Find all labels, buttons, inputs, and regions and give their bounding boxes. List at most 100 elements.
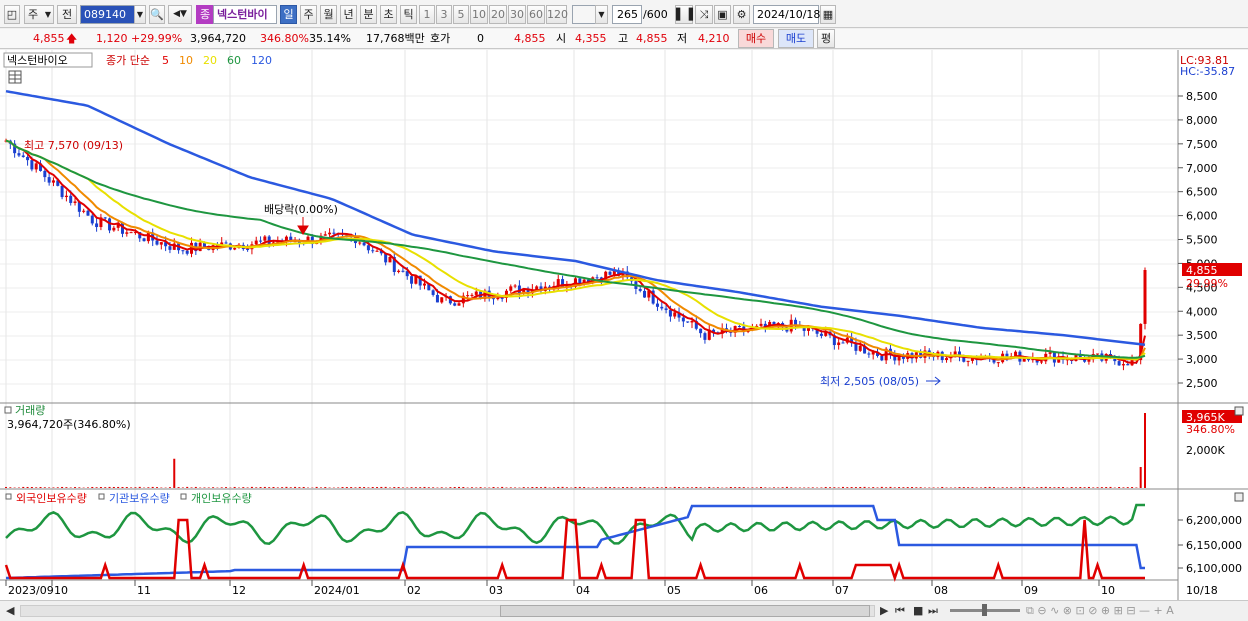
stop-icon[interactable]: ■ [913,605,923,617]
volume-bar [268,487,271,488]
volume-bar [980,487,983,488]
volume-bar [104,487,107,488]
low-label: 저 [677,32,688,45]
volume-bar [250,486,253,488]
interval-button-1[interactable]: 1 [419,5,435,24]
holdings-series-0: 외국인보유수량 [16,492,87,505]
period-tab-2[interactable]: 월 [320,5,337,24]
candle-body [125,232,129,234]
candles-layer [4,138,1147,371]
interval-button-60[interactable]: 60 [527,5,545,24]
speaker-icon[interactable]: ◀▼ [168,5,192,24]
chart-area[interactable]: 8,5008,0007,5007,0006,5006,0005,5005,000… [0,50,1248,600]
interval-button-30[interactable]: 30 [508,5,526,24]
candle-body [375,250,379,252]
volume-bar [1135,487,1138,488]
count-input[interactable]: 265 [612,5,642,24]
volume-bar [760,486,763,488]
close-panel-icon[interactable] [1234,406,1244,416]
volume-bar [319,487,322,488]
holdings-axis-label: 6,100,000 [1186,562,1242,575]
volume-bar [893,487,896,488]
volume-bar [820,487,823,488]
close-holdings-panel-icon[interactable] [1234,492,1244,502]
volume-bar [829,487,832,488]
zoom-slider-handle[interactable] [982,604,987,616]
interval-button-3[interactable]: 3 [436,5,452,24]
period-tab-4[interactable]: 분 [360,5,377,24]
price-info-bar: 4,855 🡅 1,120 +29.99% 3,964,720 346.80% … [0,29,1248,49]
scroll-right-icon[interactable]: ▶ [880,605,888,617]
candle-body [699,328,703,334]
volume-panel-value: 3,964,720주(346.80%) [7,418,131,431]
grid [0,50,1178,580]
candle-body [660,306,664,309]
candle-body [103,217,107,219]
compare-icon[interactable]: ⤨ [695,5,713,24]
volume-bar [583,487,586,488]
calendar-icon[interactable]: ▦ [820,5,836,24]
current-price-tag-text: 4,855 [1186,264,1218,277]
period-tab-0[interactable]: 일 [280,5,297,24]
quote-price: 4,855 [514,32,546,45]
code-dropdown-icon[interactable]: ▼ [134,5,146,24]
sell-button[interactable]: 매도 [778,29,814,48]
period-tab-3[interactable]: 년 [340,5,357,24]
interval-button-10[interactable]: 10 [470,5,488,24]
volume-bar [462,487,465,488]
candle-body [595,277,599,279]
volume-bar [1087,486,1090,488]
interval-button-5[interactable]: 5 [453,5,469,24]
prev-button[interactable]: 전 [57,5,77,24]
volume-bar [95,487,98,488]
date-label: 04 [576,584,590,597]
price-axis-label: 3,500 [1186,329,1218,342]
stock-name[interactable]: 넥스턴바이 [213,5,277,24]
period-tab-6[interactable]: 틱 [400,5,417,24]
volume-bar [863,486,866,488]
up-arrow-icon: 🡅 [66,32,78,45]
rewind-icon[interactable]: ⏮ [895,605,905,617]
period-tab-1[interactable]: 주 [300,5,317,24]
volume-bar [246,487,249,488]
interval-button-20[interactable]: 20 [489,5,507,24]
volume-bar [660,487,663,488]
candle-body [263,236,267,241]
volume-bar [1014,487,1017,488]
candle-body [366,245,370,251]
volume-bar [393,487,396,488]
volume-bar [22,486,25,488]
volume-bar [65,487,68,488]
tools-icon[interactable]: ⧉ ⊖ ∿ ⊗ ⊡ ⊘ ⊕ ⊞ ⊟ — + A [1026,605,1174,617]
volume-panel-title: 거래량 [15,404,45,417]
candle-body [880,355,884,361]
volume-bar [954,487,957,488]
search-icon[interactable]: 🔍 [149,5,165,24]
holdings-axis-label: 6,200,000 [1186,514,1242,527]
interval-button-120[interactable]: 120 [546,5,568,24]
scroll-left-icon[interactable]: ◀ [6,605,14,617]
scrollbar-thumb[interactable] [500,605,870,617]
volume-bar [186,486,189,488]
volume-bar [259,487,262,488]
price-axis-label: 6,500 [1186,186,1218,199]
forward-icon[interactable]: ⏭ [928,605,938,617]
volume-bar [673,486,676,488]
layout-icon[interactable]: ◰ [4,5,20,24]
period-select[interactable]: 주 ▼ [24,5,54,24]
save-icon[interactable]: ▣ [714,5,731,24]
candle-body [500,297,504,299]
volume-bar [242,487,245,488]
interval-dropdown-icon[interactable]: ▼ [595,5,608,24]
period-tab-5[interactable]: 초 [380,5,397,24]
date-input[interactable]: 2024/10/18 [753,5,820,24]
eval-button[interactable]: 평 [817,29,835,48]
volume-bar [43,487,46,488]
volume-bar [962,487,965,488]
candle-body [1048,352,1052,354]
volume-bar [725,487,728,488]
gear-icon[interactable]: ⚙ [733,5,750,24]
buy-button[interactable]: 매수 [738,29,774,48]
volume-bar [9,487,12,488]
candle-icon[interactable]: ▌▐ [675,5,693,24]
